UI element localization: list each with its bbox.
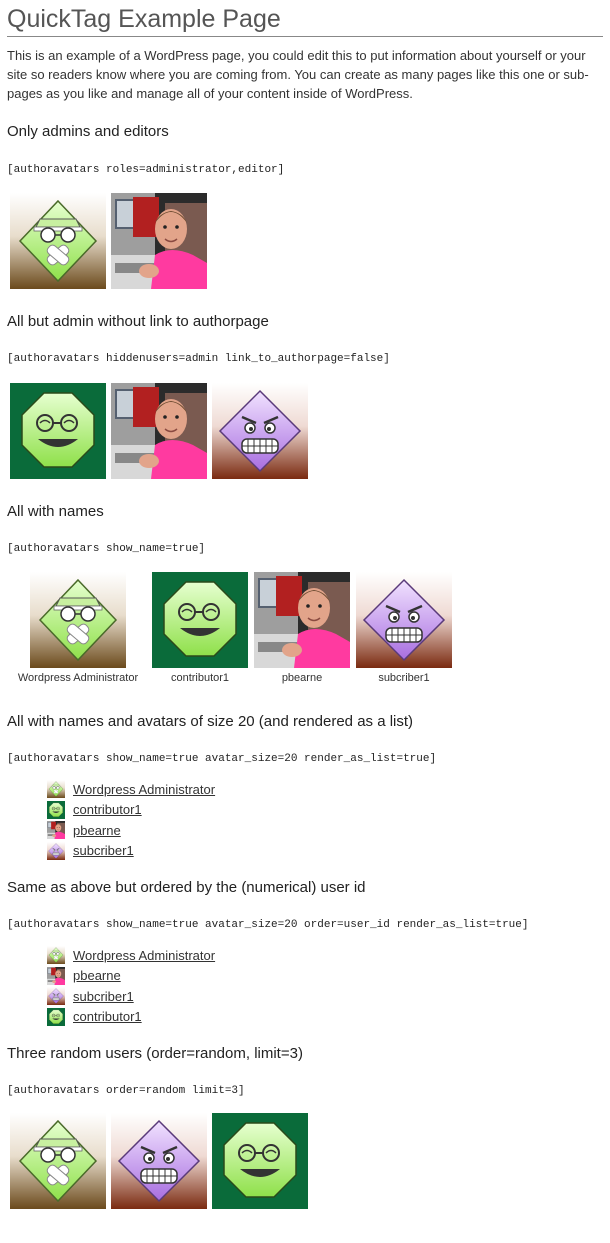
author-link-pbearne[interactable]: pbearne [73, 823, 121, 838]
list-item: pbearne [47, 820, 215, 841]
avatar-contributor1 [152, 572, 248, 668]
named-avatar-pbearne[interactable]: pbearne [251, 572, 353, 684]
avatar-subcriber1[interactable] [111, 1113, 207, 1209]
author-link-pbearne[interactable]: pbearne [73, 968, 121, 983]
green-octagon-smiley-avatar-icon [212, 1113, 308, 1209]
avatar-pbearne [111, 383, 207, 479]
section-heading-admins-editors: Only admins and editors [7, 123, 169, 140]
page-content: QuickTag Example Page This is an example… [7, 0, 603, 103]
shortcode-all-but-admin: [authoravatars hiddenusers=admin link_to… [7, 353, 390, 365]
list-item: Wordpress Administrator [47, 945, 215, 966]
named-avatar-subcriber1[interactable]: subcriber1 [353, 572, 455, 684]
shortcode-ordered-by-user-id: [authoravatars show_name=true avatar_siz… [7, 919, 529, 931]
avatar-caption: contributor1 [170, 672, 230, 684]
named-avatar-wordpress-administrator[interactable]: Wordpress Administrator [7, 572, 149, 684]
author-link-contributor1[interactable]: contributor1 [73, 802, 142, 817]
list-item: Wordpress Administrator [47, 779, 215, 800]
man-photo-avatar-icon [111, 383, 207, 479]
green-diamond-bandaged-avatar-icon [10, 1113, 106, 1209]
list-item: subcriber1 [47, 841, 215, 862]
green-octagon-smiley-avatar-icon [152, 572, 248, 668]
avatar-pbearne [254, 572, 350, 668]
list-item: contributor1 [47, 800, 215, 821]
list-item: subcriber1 [47, 986, 215, 1007]
avatar-caption: pbearne [281, 672, 323, 684]
purple-diamond-angry-avatar-icon [212, 383, 308, 479]
section-heading-list-size-20: All with names and avatars of size 20 (a… [7, 713, 414, 730]
avatar-caption: Wordpress Administrator [17, 672, 139, 684]
avatar-list-size-20: Wordpress Administrator contributor1 pbe… [47, 779, 215, 861]
section-heading-all-but-admin: All but admin without link to authorpage [7, 313, 269, 330]
man-photo-avatar-icon[interactable] [47, 967, 65, 985]
shortcode-three-random-users: [authoravatars order=random limit=3] [7, 1085, 245, 1097]
avatar-contributor1[interactable] [212, 1113, 308, 1209]
green-octagon-smiley-avatar-icon [10, 383, 106, 479]
green-diamond-bandaged-avatar-icon [30, 572, 126, 668]
man-photo-avatar-icon [111, 193, 207, 289]
avatar-row-all-but-admin [10, 383, 313, 479]
avatar-wordpress-administrator [30, 572, 126, 668]
man-photo-avatar-icon [254, 572, 350, 668]
author-link-wordpress-administrator[interactable]: Wordpress Administrator [73, 948, 215, 963]
avatar-contributor1 [10, 383, 106, 479]
author-link-subcriber1[interactable]: subcriber1 [73, 989, 134, 1004]
green-diamond-bandaged-avatar-icon[interactable] [47, 946, 65, 964]
avatar-pbearne[interactable] [111, 193, 207, 289]
avatar-subcriber1 [212, 383, 308, 479]
page-title: QuickTag Example Page [7, 4, 603, 37]
avatar-caption: subcriber1 [378, 672, 430, 684]
avatar-row-admins-editors [10, 193, 212, 289]
avatar-wordpress-administrator[interactable] [10, 193, 106, 289]
avatar-row-three-random-users [10, 1113, 313, 1209]
purple-diamond-angry-avatar-icon[interactable] [47, 987, 65, 1005]
avatar-wordpress-administrator[interactable] [10, 1113, 106, 1209]
list-item: pbearne [47, 966, 215, 987]
intro-paragraph: This is an example of a WordPress page, … [7, 48, 589, 101]
list-item: contributor1 [47, 1007, 215, 1028]
section-heading-all-with-names: All with names [7, 503, 104, 520]
purple-diamond-angry-avatar-icon [111, 1113, 207, 1209]
author-link-wordpress-administrator[interactable]: Wordpress Administrator [73, 782, 215, 797]
author-link-subcriber1[interactable]: subcriber1 [73, 843, 134, 858]
green-diamond-bandaged-avatar-icon[interactable] [47, 780, 65, 798]
purple-diamond-angry-avatar-icon[interactable] [47, 842, 65, 860]
section-heading-ordered-by-user-id: Same as above but ordered by the (numeri… [7, 879, 366, 896]
avatar-list-ordered-by-user-id: Wordpress Administrator pbearne subcribe… [47, 945, 215, 1027]
shortcode-list-size-20: [authoravatars show_name=true avatar_siz… [7, 753, 437, 765]
green-diamond-bandaged-avatar-icon [10, 193, 106, 289]
avatar-row-all-with-names: Wordpress Administrator contributor1 pbe… [7, 572, 455, 684]
author-link-contributor1[interactable]: contributor1 [73, 1009, 142, 1024]
green-octagon-smiley-avatar-icon[interactable] [47, 801, 65, 819]
named-avatar-contributor1[interactable]: contributor1 [149, 572, 251, 684]
green-octagon-smiley-avatar-icon[interactable] [47, 1008, 65, 1026]
purple-diamond-angry-avatar-icon [356, 572, 452, 668]
man-photo-avatar-icon[interactable] [47, 821, 65, 839]
section-heading-three-random-users: Three random users (order=random, limit=… [7, 1045, 303, 1062]
avatar-subcriber1 [356, 572, 452, 668]
shortcode-admins-editors: [authoravatars roles=administrator,edito… [7, 164, 285, 176]
shortcode-all-with-names: [authoravatars show_name=true] [7, 543, 206, 555]
